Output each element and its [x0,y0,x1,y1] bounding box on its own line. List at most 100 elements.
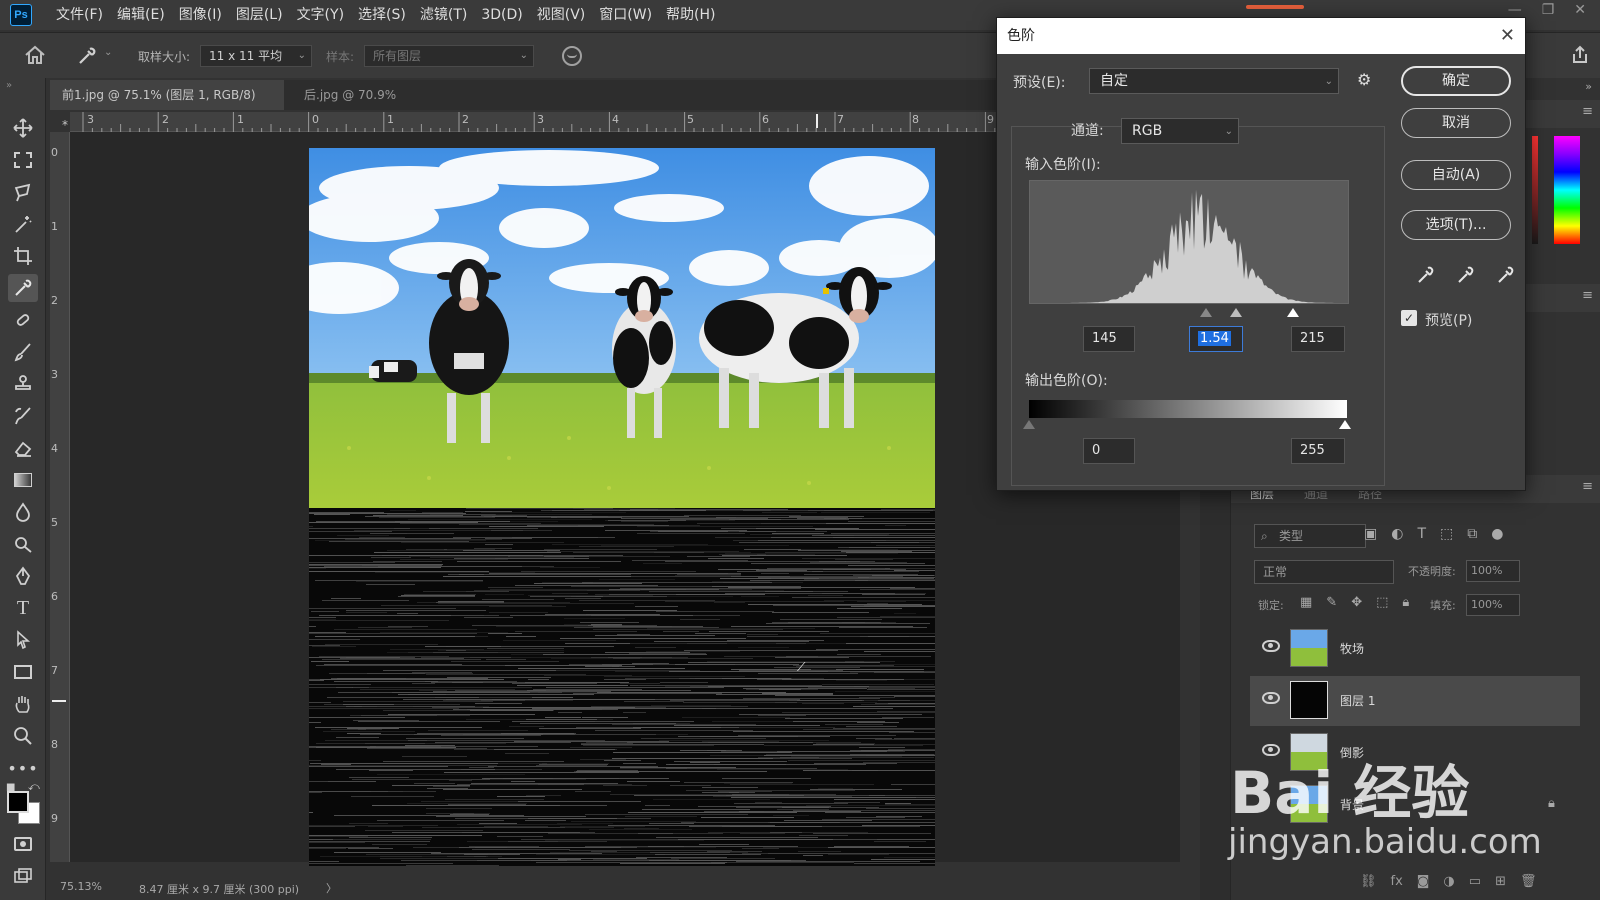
menu-filter[interactable]: 滤镜(T) [420,0,467,30]
brush-tool-icon[interactable] [8,338,38,366]
stamp-tool-icon[interactable] [8,370,38,398]
auto-button[interactable]: 自动(A) [1401,160,1511,190]
black-point-eyedropper-icon[interactable] [1417,264,1435,284]
preset-select[interactable]: 自定 ⌄ [1089,68,1339,94]
rectangle-tool-icon[interactable] [8,658,38,686]
sample-size-select[interactable]: 11 x 11 平均 ⌄ [200,45,312,67]
input-white-field[interactable]: 215 [1291,326,1345,352]
lock-position-icon[interactable]: ✥ [1351,595,1362,610]
menu-select[interactable]: 选择(S) [358,0,406,30]
panel-menu-icon[interactable]: ≡ [1582,479,1593,494]
smart-object-filter-icon[interactable]: ⧉ [1467,526,1477,542]
color-slider[interactable] [1532,136,1538,244]
panel-menu-icon[interactable]: ≡ [1582,104,1593,119]
collapse-arrows-icon[interactable]: » [6,80,12,91]
hand-tool-icon[interactable] [8,690,38,718]
more-tools-icon[interactable]: ••• [7,754,38,782]
sample-ring-icon[interactable] [562,46,582,66]
input-black-field[interactable]: 145 [1083,326,1135,352]
foreground-color-swatch[interactable] [7,791,29,813]
input-gamma-field[interactable]: 1.54 [1189,326,1243,352]
menu-layer[interactable]: 图层(L) [236,0,283,30]
new-layer-icon[interactable]: ⊞ [1495,874,1506,889]
input-gamma-slider[interactable] [1230,308,1242,317]
sample-select[interactable]: 所有图层 ⌄ [364,45,534,67]
pen-tool-icon[interactable] [8,562,38,590]
lock-pixels-icon[interactable]: ✎ [1326,595,1337,610]
share-icon[interactable] [1570,45,1590,69]
status-arrow-icon[interactable]: 〉 [326,880,337,896]
input-black-slider[interactable] [1200,308,1212,317]
layer-filter-select[interactable]: ⌕ 类型 [1254,524,1366,548]
fill-input[interactable]: 100% [1466,594,1520,616]
swap-colors-icon[interactable]: ⤺ [28,780,40,794]
delete-layer-icon[interactable]: 🗑︎ [1520,874,1537,889]
gray-point-eyedropper-icon[interactable] [1457,264,1475,284]
type-filter-icon[interactable]: T [1417,526,1426,542]
quick-mask-icon[interactable] [8,830,38,858]
close-window-button[interactable]: ✕ [1574,2,1586,18]
menu-view[interactable]: 视图(V) [537,0,586,30]
noise-layer[interactable]: ⟋ [309,508,935,866]
home-icon[interactable] [24,45,46,69]
zoom-tool-icon[interactable] [8,722,38,750]
adjustment-filter-icon[interactable]: ◐ [1391,526,1403,542]
close-icon[interactable]: ✕ [1500,18,1515,54]
channel-select[interactable]: RGB ⌄ [1121,118,1239,144]
adjustment-layer-icon[interactable]: ◑ [1443,874,1454,889]
history-brush-tool-icon[interactable] [8,402,38,430]
filter-toggle-icon[interactable]: ● [1491,526,1503,542]
shape-filter-icon[interactable]: ⬚ [1440,526,1453,542]
eye-icon[interactable] [1262,692,1280,704]
menu-window[interactable]: 窗口(W) [599,0,652,30]
pasture-photo-layer[interactable] [309,148,935,508]
lock-transparency-icon[interactable]: ▦ [1300,595,1312,610]
path-selection-tool-icon[interactable] [8,626,38,654]
tab-after-document[interactable]: 后.jpg @ 70.9%(RGB/8)✕ [292,80,460,132]
opacity-input[interactable]: 100% [1466,560,1520,582]
minimize-button[interactable]: — [1508,2,1522,18]
gear-icon[interactable]: ⚙ [1357,70,1371,89]
tab-before-document[interactable]: 前1.jpg @ 75.1% (图层 1, RGB/8) *✕ [50,80,284,132]
lasso-tool-icon[interactable] [8,178,38,206]
dodge-tool-icon[interactable] [8,530,38,558]
ok-button[interactable]: 确定 [1401,66,1511,96]
new-group-icon[interactable]: ▭ [1469,874,1481,889]
panel-menu-icon[interactable]: ≡ [1582,288,1593,303]
menu-type[interactable]: 文字(Y) [297,0,344,30]
output-white-field[interactable]: 255 [1291,438,1345,464]
magic-wand-tool-icon[interactable] [8,210,38,238]
crop-tool-icon[interactable] [8,242,38,270]
output-black-field[interactable]: 0 [1083,438,1135,464]
white-point-eyedropper-icon[interactable] [1497,264,1515,284]
eraser-tool-icon[interactable] [8,434,38,462]
blur-tool-icon[interactable] [8,498,38,526]
menu-edit[interactable]: 编辑(E) [117,0,165,30]
menu-file[interactable]: 文件(F) [56,0,103,30]
menu-help[interactable]: 帮助(H) [666,0,715,30]
color-spectrum[interactable] [1554,136,1580,244]
move-tool-icon[interactable] [8,114,38,142]
eyedropper-tool-icon[interactable] [8,274,38,302]
menu-3d[interactable]: 3D(D) [481,0,522,30]
collapse-arrows-icon[interactable]: » [1585,80,1592,93]
marquee-tool-icon[interactable] [8,146,38,174]
layer-row[interactable]: 牧场 [1250,624,1580,674]
input-white-slider[interactable] [1287,308,1299,317]
screen-mode-icon[interactable] [8,862,38,890]
add-mask-icon[interactable]: ◙ [1417,874,1430,889]
output-white-slider[interactable] [1339,420,1351,429]
image-filter-icon[interactable]: ▣ [1364,526,1377,542]
fx-icon[interactable]: fx [1391,874,1403,889]
cancel-button[interactable]: 取消 [1401,108,1511,138]
blend-mode-select[interactable]: 正常 [1254,560,1394,584]
type-tool-icon[interactable]: T [8,594,38,622]
link-layers-icon[interactable]: ⛓ [1360,874,1377,889]
restore-button[interactable]: ❐ [1542,2,1555,18]
layer-row[interactable]: 图层 1 [1250,676,1580,726]
zoom-level[interactable]: 75.13% [60,880,102,893]
options-button[interactable]: 选项(T)... [1401,210,1511,240]
lock-artboard-icon[interactable]: ⬚ [1376,595,1388,610]
eye-icon[interactable] [1262,640,1280,652]
gradient-tool-icon[interactable] [8,466,38,494]
